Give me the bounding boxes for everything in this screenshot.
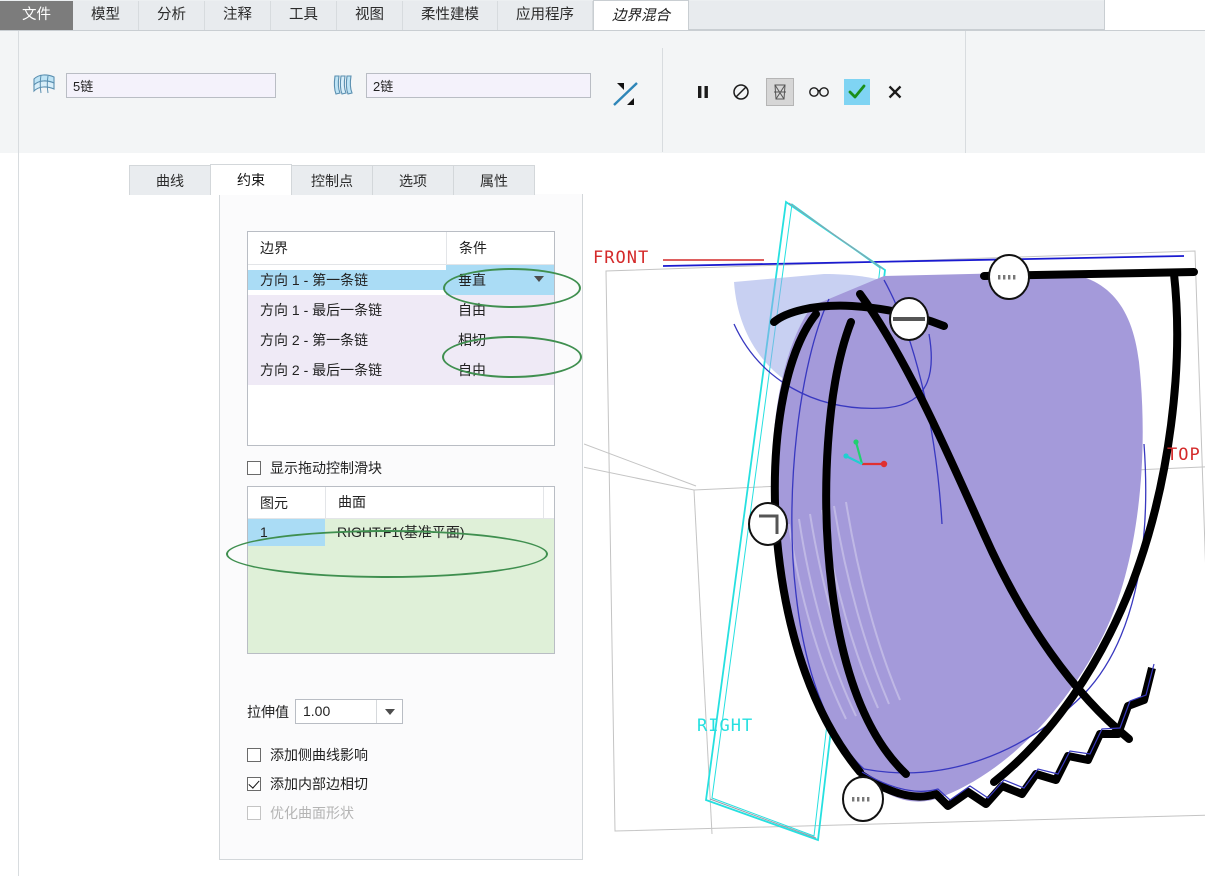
ribbon-tab-view[interactable]: 视图 (337, 1, 403, 30)
front-datum-plane[interactable] (662, 255, 1185, 267)
stretch-value-input[interactable]: 1.00 (296, 700, 376, 723)
condition-cell[interactable]: 相切 (446, 325, 554, 355)
chevron-down-icon[interactable] (534, 276, 544, 282)
pause-icon (698, 86, 708, 98)
boundary-cell: 方向 1 - 第一条链 (248, 270, 446, 290)
table-row[interactable]: 1 RIGHT:F1(基准平面) (248, 519, 554, 546)
ribbon-tab-flexible[interactable]: 柔性建模 (403, 1, 498, 30)
panel-tab-options[interactable]: 选项 (372, 165, 454, 195)
elements-grid-scrollbar[interactable] (543, 487, 554, 518)
condition-cell[interactable]: 自由 (446, 355, 554, 385)
panel-tab-constraints[interactable]: 约束 (210, 164, 292, 195)
boundary-cell: 方向 2 - 最后一条链 (260, 362, 383, 378)
stretch-value-row: 拉伸值 1.00 (247, 699, 403, 724)
table-row[interactable]: 方向 2 - 第一条链 相切 (248, 325, 554, 355)
cancel-button[interactable] (882, 79, 908, 105)
second-direction-input[interactable] (366, 72, 591, 98)
panel-tab-properties[interactable]: 属性 (453, 165, 535, 195)
add-side-curve-influence-checkbox[interactable]: 添加侧曲线影响 (247, 745, 368, 765)
stretch-value-label: 拉伸值 (247, 703, 289, 720)
first-direction-input[interactable] (66, 72, 276, 98)
second-direction-collector[interactable] (330, 72, 591, 98)
ribbon-tab-tools[interactable]: 工具 (271, 1, 337, 30)
elements-grid[interactable]: 图元 曲面 1 RIGHT:F1(基准平面) (247, 486, 555, 654)
ribbon-tab-applications[interactable]: 应用程序 (498, 1, 593, 30)
ribbon-right-filler (1104, 0, 1205, 31)
show-drag-handles-label: 显示拖动控制滑块 (270, 460, 382, 476)
pause-button[interactable] (690, 79, 716, 105)
dashboard-separator-2 (965, 31, 966, 153)
boundary-cell: 方向 1 - 最后一条链 (260, 302, 383, 318)
condition-cell[interactable]: 自由 (446, 295, 554, 325)
boundary-handle-free-bottom[interactable] (842, 776, 884, 822)
condition-value: 垂直 (458, 272, 486, 288)
3d-viewport[interactable]: FRONT TOP RIGHT (584, 194, 1205, 876)
dashboard-separator-1 (662, 48, 663, 152)
checkbox-box-icon[interactable] (247, 777, 261, 791)
panel-tab-curves[interactable]: 曲线 (129, 165, 211, 195)
boundary-cell: 方向 2 - 第一条链 (260, 332, 369, 348)
optimize-surface-shape-label: 优化曲面形状 (270, 805, 354, 821)
constraints-grid[interactable]: 边界 条件 方向 1 - 第一条链 垂直 方向 1 - 最后一条链 自由 方向 … (247, 231, 555, 446)
panel-tab-strip: 曲线 约束 控制点 选项 属性 (129, 164, 535, 195)
panel-tab-control-points[interactable]: 控制点 (291, 165, 373, 195)
constraints-panel: 边界 条件 方向 1 - 第一条链 垂直 方向 1 - 最后一条链 自由 方向 … (219, 194, 583, 860)
datum-label-top[interactable]: TOP (1167, 445, 1201, 465)
ribbon-tab-analysis[interactable]: 分析 (139, 1, 205, 30)
first-direction-curves-icon (30, 72, 58, 98)
chevron-down-icon (384, 708, 395, 715)
elements-grid-header: 图元 曲面 (248, 487, 554, 519)
x-icon (888, 85, 902, 99)
constraints-grid-header: 边界 条件 (248, 232, 554, 265)
col-header-boundary: 边界 (260, 240, 288, 256)
datum-label-front[interactable]: FRONT (593, 248, 649, 268)
checkbox-box-icon[interactable] (247, 461, 261, 475)
col-header-surface: 曲面 (325, 487, 554, 518)
optimize-surface-shape-checkbox: 优化曲面形状 (247, 803, 354, 823)
first-direction-collector[interactable] (30, 72, 276, 98)
no-entry-icon (733, 84, 749, 100)
condition-cell[interactable]: 垂直 (446, 265, 554, 295)
table-row[interactable]: 方向 1 - 第一条链 垂直 (248, 265, 554, 295)
constraints-grid-empty-area (248, 385, 554, 445)
add-side-curve-influence-label: 添加侧曲线影响 (270, 747, 368, 763)
ribbon-tab-boundary-blend[interactable]: 边界混合 (593, 0, 689, 30)
wireframe-preview-icon (774, 84, 786, 100)
col-header-condition: 条件 (446, 232, 554, 264)
checkbox-box-icon[interactable] (247, 748, 261, 762)
add-inner-edge-tangency-checkbox[interactable]: 添加内部边相切 (247, 774, 368, 794)
stretch-value-dropdown-button[interactable] (376, 700, 402, 723)
boundary-handle-tangent[interactable] (889, 297, 929, 341)
show-drag-handles-checkbox[interactable]: 显示拖动控制滑块 (247, 458, 382, 478)
element-surface-cell[interactable]: RIGHT:F1(基准平面) (325, 519, 554, 546)
accept-button[interactable] (844, 79, 870, 105)
second-direction-curves-icon (330, 72, 358, 98)
boundary-handle-normal[interactable] (748, 502, 788, 546)
boundary-handle-free-top[interactable] (988, 254, 1030, 300)
checkmark-icon (848, 84, 866, 99)
ribbon-tab-bar: 文件 模型 分析 注释 工具 视图 柔性建模 应用程序 边界混合 (0, 0, 1205, 31)
ribbon-tab-file[interactable]: 文件 (0, 1, 73, 30)
left-divider (18, 31, 19, 876)
ribbon-tab-annotate[interactable]: 注释 (205, 1, 271, 30)
glasses-icon (809, 87, 829, 97)
dashboard-buttons (690, 78, 908, 106)
col-header-element: 图元 (260, 494, 288, 511)
datum-label-right[interactable]: RIGHT (697, 716, 753, 736)
table-row[interactable]: 方向 1 - 最后一条链 自由 (248, 295, 554, 325)
stretch-value-combo[interactable]: 1.00 (295, 699, 403, 724)
swap-directions-icon[interactable] (610, 78, 642, 110)
table-row[interactable]: 方向 2 - 最后一条链 自由 (248, 355, 554, 385)
preview-geometry-button[interactable] (766, 78, 794, 106)
ribbon-tab-model[interactable]: 模型 (73, 1, 139, 30)
add-inner-edge-tangency-label: 添加内部边相切 (270, 776, 368, 792)
no-preview-button[interactable] (728, 79, 754, 105)
glasses-preview-button[interactable] (806, 79, 832, 105)
checkbox-box-icon (247, 806, 261, 820)
element-index-cell: 1 (248, 519, 325, 546)
3d-model-graphics[interactable] (584, 194, 1205, 876)
elements-grid-empty-area (248, 546, 554, 653)
